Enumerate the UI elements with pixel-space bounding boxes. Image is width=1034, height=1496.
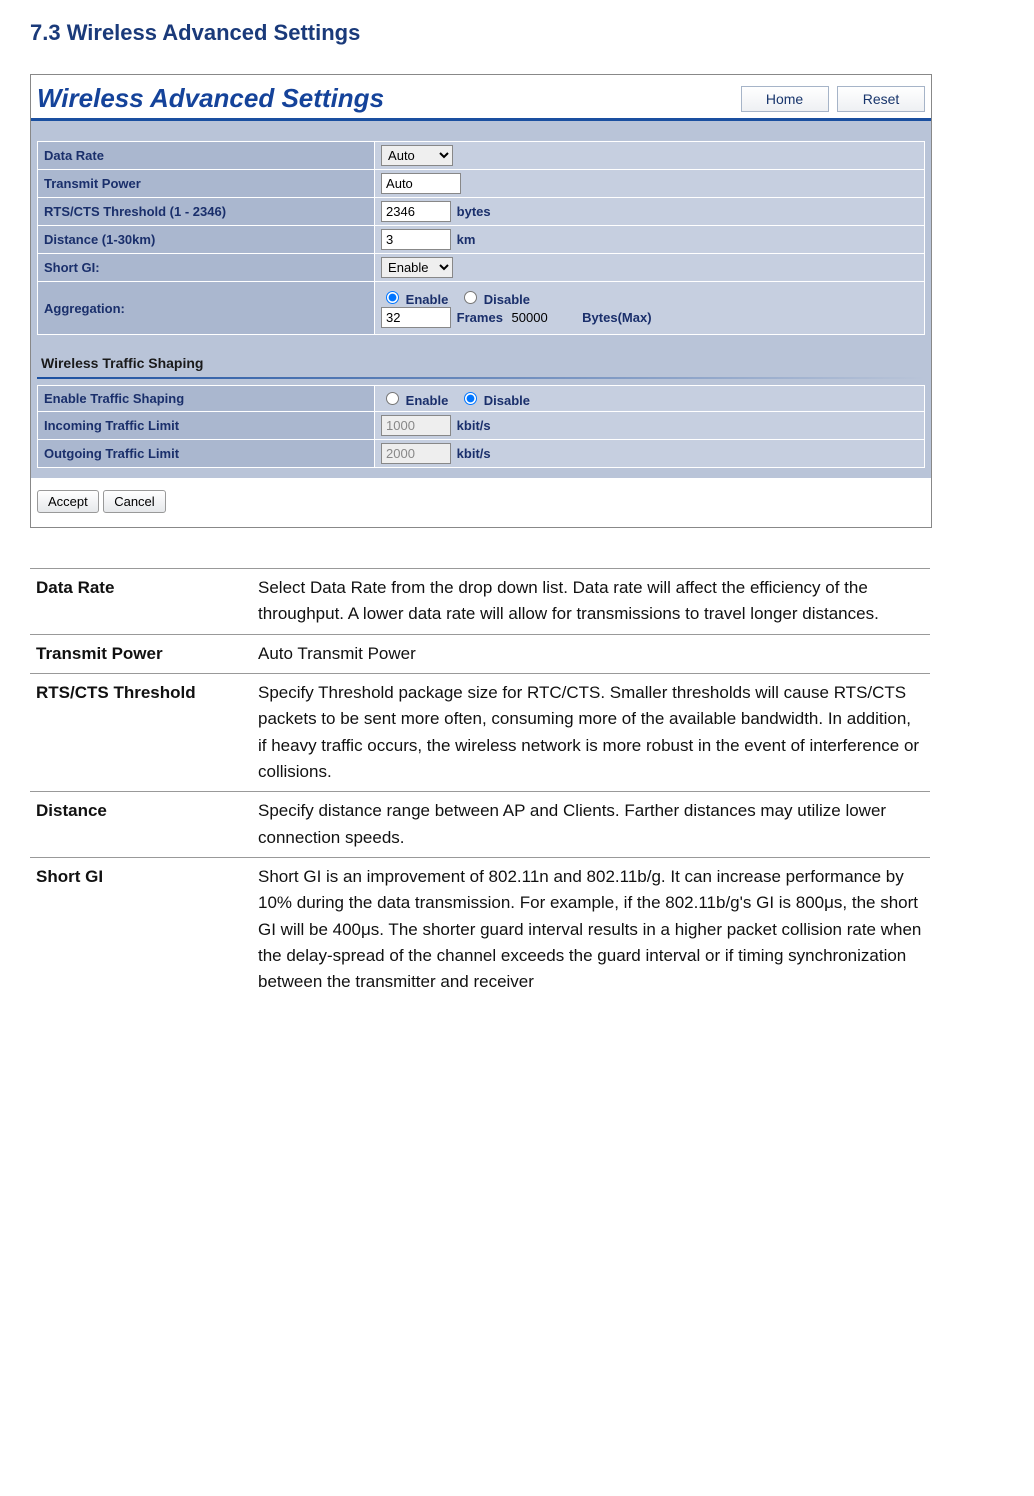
unit-distance: km	[457, 232, 476, 247]
label-distance: Distance (1-30km)	[38, 226, 375, 254]
unit-frames: Frames	[457, 310, 503, 325]
label-data-rate: Data Rate	[38, 142, 375, 170]
row-aggregation: Aggregation: Enable Disable Frames	[38, 282, 925, 335]
desc-term: Distance	[30, 792, 252, 858]
input-outgoing[interactable]	[381, 443, 451, 464]
radio-agg-disable-label: Disable	[484, 292, 530, 307]
radio-shape-disable[interactable]	[464, 392, 477, 405]
label-outgoing: Outgoing Traffic Limit	[38, 440, 375, 468]
select-data-rate[interactable]: Auto	[381, 145, 453, 166]
divider	[37, 377, 925, 379]
description-table: Data Rate Select Data Rate from the drop…	[30, 568, 930, 1002]
label-incoming: Incoming Traffic Limit	[38, 412, 375, 440]
desc-term: Transmit Power	[30, 634, 252, 673]
desc-term: Short GI	[30, 858, 252, 1002]
desc-row: Distance Specify distance range between …	[30, 792, 930, 858]
row-outgoing: Outgoing Traffic Limit kbit/s	[38, 440, 925, 468]
accept-button[interactable]: Accept	[37, 490, 99, 513]
desc-row: Transmit Power Auto Transmit Power	[30, 634, 930, 673]
unit-outgoing: kbit/s	[457, 446, 491, 461]
row-distance: Distance (1-30km) km	[38, 226, 925, 254]
label-aggregation: Aggregation:	[38, 282, 375, 335]
desc-row: Short GI Short GI is an improvement of 8…	[30, 858, 930, 1002]
desc-defn: Short GI is an improvement of 802.11n an…	[252, 858, 930, 1002]
radio-shape-enable[interactable]	[386, 392, 399, 405]
label-rtscts: RTS/CTS Threshold (1 - 2346)	[38, 198, 375, 226]
row-transmit-power: Transmit Power	[38, 170, 925, 198]
input-distance[interactable]	[381, 229, 451, 250]
label-enable-shaping: Enable Traffic Shaping	[38, 386, 375, 412]
settings-panel: Wireless Advanced Settings Home Reset Da…	[30, 74, 932, 528]
section-heading: 7.3 Wireless Advanced Settings	[30, 20, 1004, 46]
radio-agg-enable-wrap[interactable]: Enable	[381, 292, 452, 307]
input-rtscts[interactable]	[381, 201, 451, 222]
radio-shape-enable-wrap[interactable]: Enable	[381, 393, 452, 408]
radio-agg-disable[interactable]	[464, 291, 477, 304]
unit-bytes: Bytes(Max)	[582, 310, 651, 325]
input-transmit-power[interactable]	[381, 173, 461, 194]
desc-term: Data Rate	[30, 569, 252, 635]
radio-agg-enable[interactable]	[386, 291, 399, 304]
panel-title: Wireless Advanced Settings	[37, 83, 384, 114]
desc-term: RTS/CTS Threshold	[30, 674, 252, 792]
radio-shape-disable-wrap[interactable]: Disable	[459, 393, 530, 408]
row-rtscts: RTS/CTS Threshold (1 - 2346) bytes	[38, 198, 925, 226]
label-short-gi: Short GI:	[38, 254, 375, 282]
desc-row: Data Rate Select Data Rate from the drop…	[30, 569, 930, 635]
home-button[interactable]: Home	[741, 86, 829, 112]
desc-defn: Specify distance range between AP and Cl…	[252, 792, 930, 858]
subheading-traffic-shaping: Wireless Traffic Shaping	[37, 335, 925, 377]
radio-agg-disable-wrap[interactable]: Disable	[459, 292, 530, 307]
radio-shape-disable-label: Disable	[484, 393, 530, 408]
reset-button[interactable]: Reset	[837, 86, 925, 112]
select-short-gi[interactable]: Enable	[381, 257, 453, 278]
unit-incoming: kbit/s	[457, 418, 491, 433]
radio-shape-enable-label: Enable	[406, 393, 449, 408]
input-agg-bytes[interactable]	[507, 307, 577, 328]
desc-defn: Select Data Rate from the drop down list…	[252, 569, 930, 635]
desc-defn: Auto Transmit Power	[252, 634, 930, 673]
radio-agg-enable-label: Enable	[406, 292, 449, 307]
row-incoming: Incoming Traffic Limit kbit/s	[38, 412, 925, 440]
unit-rtscts: bytes	[457, 204, 491, 219]
row-short-gi: Short GI: Enable	[38, 254, 925, 282]
label-transmit-power: Transmit Power	[38, 170, 375, 198]
input-incoming[interactable]	[381, 415, 451, 436]
input-agg-frames[interactable]	[381, 307, 451, 328]
desc-defn: Specify Threshold package size for RTC/C…	[252, 674, 930, 792]
row-enable-shaping: Enable Traffic Shaping Enable Disable	[38, 386, 925, 412]
desc-row: RTS/CTS Threshold Specify Threshold pack…	[30, 674, 930, 792]
cancel-button[interactable]: Cancel	[103, 490, 165, 513]
row-data-rate: Data Rate Auto	[38, 142, 925, 170]
